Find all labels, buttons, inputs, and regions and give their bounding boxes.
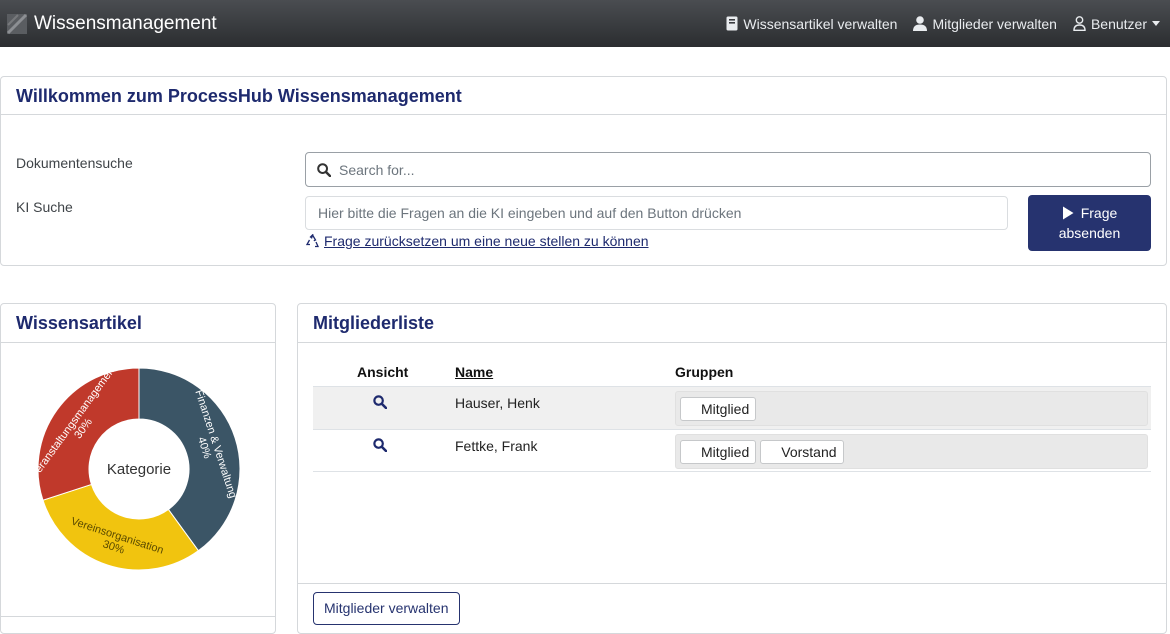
caret-down-icon (1152, 21, 1160, 26)
play-icon (1062, 206, 1074, 220)
reset-question-link[interactable]: Frage zurücksetzen um eine neue stellen … (305, 233, 649, 249)
nav-members-link[interactable]: Mitglieder verwalten (913, 16, 1057, 32)
brand[interactable]: Wissensmanagement (6, 13, 217, 35)
nav-user-dropdown[interactable]: Benutzer (1073, 16, 1160, 32)
category-donut-chart: Finanzen & Verwaltung40%Vereinsorganisat… (29, 363, 241, 571)
members-header: Mitgliederliste (298, 304, 1166, 343)
members-title: Mitgliederliste (313, 313, 435, 333)
group-tag[interactable]: Mitglied (680, 440, 757, 464)
top-navbar: Wissensmanagement Wissensartikel verwalt… (0, 0, 1170, 47)
members-footer: Mitglieder verwalten (298, 583, 1166, 634)
book-icon (726, 16, 738, 31)
send-label-line2: absenden (1058, 225, 1121, 241)
user-icon (913, 16, 928, 31)
app-title: Wissensmanagement (34, 12, 217, 34)
logo-icon (6, 13, 28, 34)
donut-slice[interactable] (42, 483, 200, 571)
reset-question-label: Frage zurücksetzen um eine neue stellen … (324, 233, 649, 249)
nav-user-label: Benutzer (1090, 15, 1147, 32)
user-outline-icon (1073, 16, 1086, 31)
groups-field[interactable]: Mitglied Vorstand (675, 434, 1148, 469)
welcome-header: Willkommen zum ProcessHub Wissensmanagem… (1, 77, 1166, 115)
articles-card: Wissensartikel Finanzen & Verwaltung 40% V… (0, 303, 276, 634)
group-tag[interactable]: Vorstand (760, 440, 844, 464)
recycle-icon (305, 234, 320, 248)
articles-header: Wissensartikel (1, 304, 275, 343)
member-name: Fettke, Frank (455, 438, 538, 454)
articles-footer (1, 616, 275, 633)
table-row: Fettke, Frank Mitglied Vorstand (313, 429, 1151, 472)
donut-slice[interactable] (37, 367, 140, 501)
search-icon (317, 162, 331, 177)
table-row: Hauser, Henk Mitglied (313, 386, 1151, 429)
nav-articles-link[interactable]: Wissensartikel verwalten (726, 16, 897, 32)
nav-articles-label: Wissensartikel verwalten (743, 15, 898, 32)
groups-field[interactable]: Mitglied (675, 391, 1148, 426)
column-view: Ansicht (357, 364, 409, 380)
doc-search-label: Dokumentensuche (16, 155, 133, 171)
members-card: Mitgliederliste Ansicht Name Gruppen Hau… (297, 303, 1167, 634)
welcome-card: Willkommen zum ProcessHub Wissensmanagem… (0, 76, 1167, 266)
column-groups: Gruppen (675, 364, 734, 380)
welcome-title: Willkommen zum ProcessHub Wissensmanagem… (16, 86, 462, 106)
member-name: Hauser, Henk (455, 395, 540, 411)
group-tag[interactable]: Mitglied (680, 397, 757, 421)
nav-members-label: Mitglieder verwalten (932, 15, 1057, 32)
manage-members-button[interactable]: Mitglieder verwalten (313, 592, 460, 625)
send-question-button[interactable]: Frage absenden (1028, 195, 1151, 251)
search-icon[interactable] (373, 395, 387, 409)
search-icon[interactable] (373, 438, 387, 452)
column-name[interactable]: Name (455, 364, 493, 380)
ki-search-label: KI Suche (16, 199, 73, 215)
doc-search-field[interactable] (305, 152, 1151, 187)
donut-center-label: Kategorie (107, 461, 171, 478)
ki-question-input[interactable] (318, 205, 998, 221)
articles-title: Wissensartikel (16, 313, 142, 333)
send-label-line1: Frage (1080, 205, 1118, 221)
ki-question-field[interactable] (305, 196, 1008, 230)
doc-search-input[interactable] (339, 161, 1119, 178)
